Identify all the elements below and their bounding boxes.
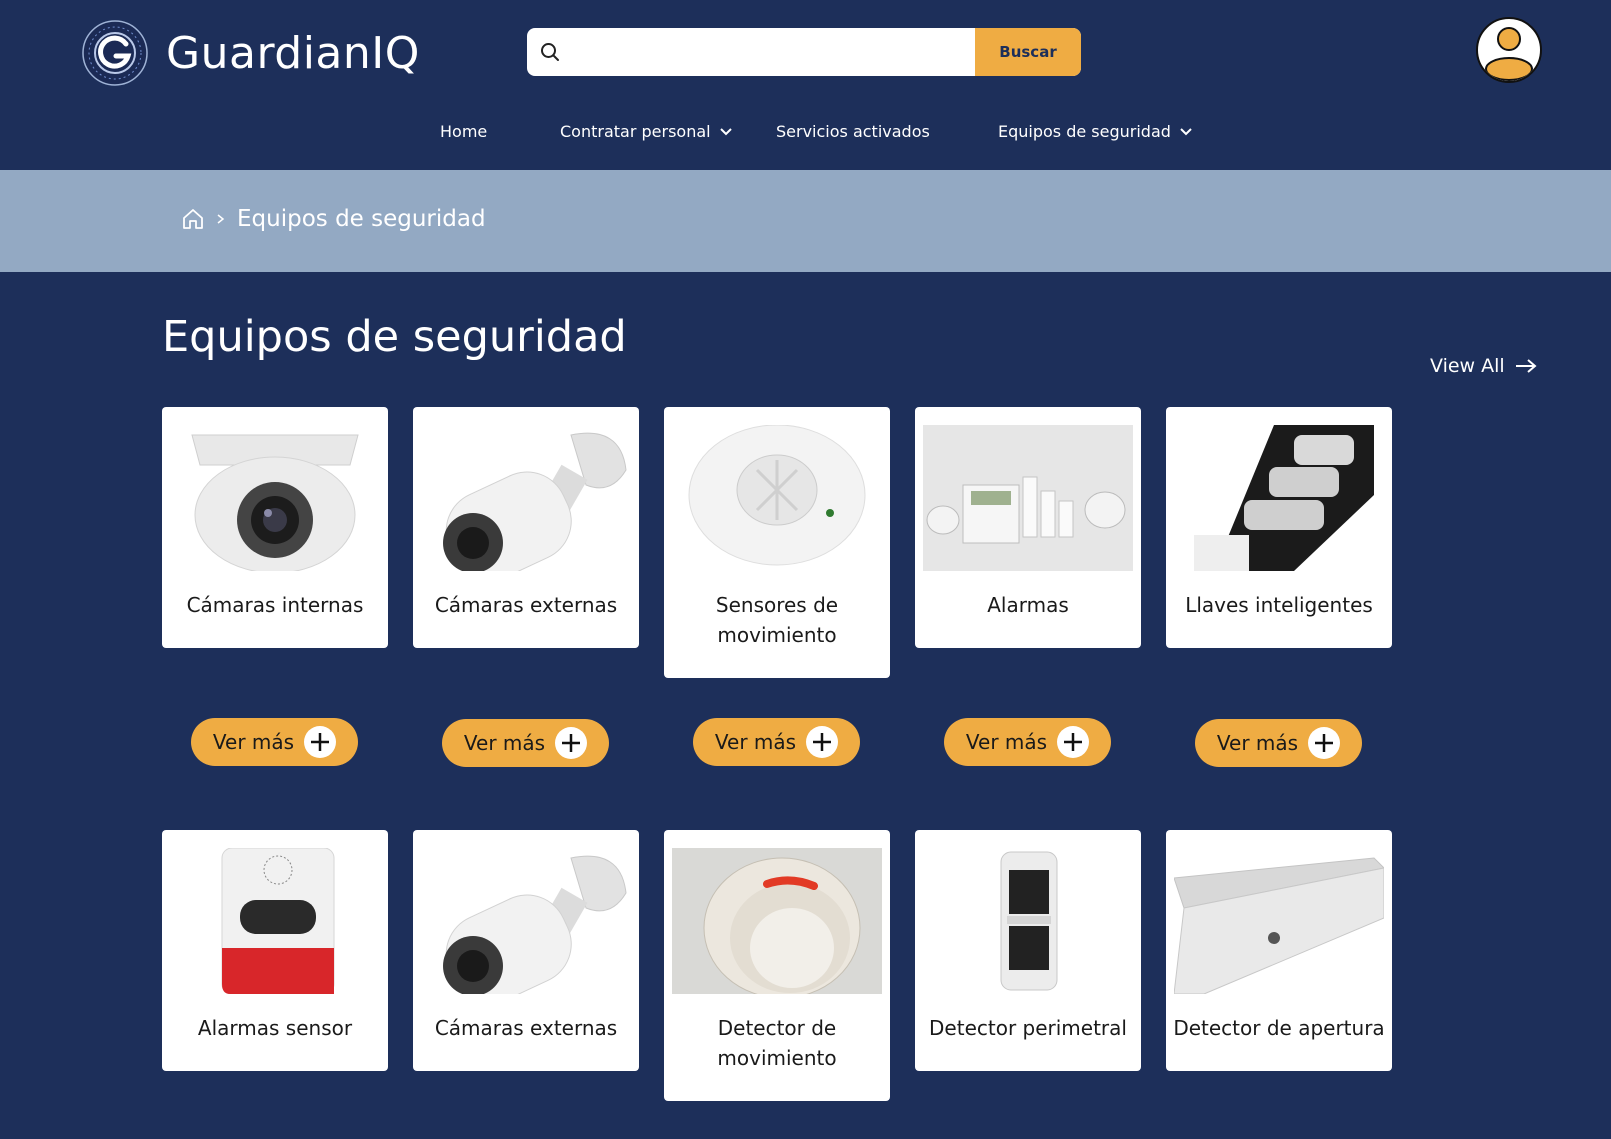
user-avatar-button[interactable]: [1476, 17, 1542, 83]
plus-icon: [304, 726, 337, 758]
nav-contratar-personal-label: Contratar personal: [560, 122, 711, 141]
arrow-right-icon: [1515, 359, 1537, 373]
breadcrumb: Equipos de seguridad: [181, 206, 486, 232]
product-card[interactable]: Cámaras externas: [413, 830, 639, 1071]
alarm-kit-icon: [923, 425, 1133, 571]
search-input[interactable]: [573, 28, 975, 76]
nav-home[interactable]: Home: [440, 122, 487, 141]
nav-servicios-activados-label: Servicios activados: [776, 122, 930, 141]
page-title: Equipos de seguridad: [162, 312, 627, 362]
chevron-right-icon: [217, 214, 225, 224]
guardianiq-logo-icon: [82, 20, 148, 86]
ver-mas-label: Ver más: [714, 730, 797, 754]
brand-name: GuardianIQ: [166, 27, 420, 79]
plus-icon: [555, 727, 588, 759]
search-button[interactable]: Buscar: [975, 28, 1081, 76]
product-label: Alarmas: [987, 593, 1069, 617]
view-all-link[interactable]: View All: [1430, 355, 1537, 377]
ver-mas-label: Ver más: [212, 730, 295, 754]
chevron-down-icon: [1180, 127, 1192, 135]
product-label: Detector perimetral: [929, 1016, 1127, 1040]
ver-mas-button[interactable]: Ver más: [191, 718, 358, 766]
bullet-camera-icon: [421, 848, 631, 994]
product-label: Llaves inteligentes: [1185, 593, 1373, 617]
product-card[interactable]: Alarmas: [915, 407, 1141, 648]
product-label: Alarmas sensor: [197, 1016, 353, 1040]
product-card[interactable]: Alarmas sensor: [162, 830, 388, 1071]
product-label: Detector de apertura: [1173, 1016, 1385, 1040]
breadcrumb-current: Equipos de seguridad: [237, 206, 486, 232]
product-card[interactable]: Sensores de movimiento: [664, 407, 890, 678]
nav-home-label: Home: [440, 122, 488, 141]
ver-mas-label: Ver más: [463, 731, 546, 755]
user-icon: [1485, 27, 1533, 81]
nav-contratar-personal[interactable]: Contratar personal: [560, 122, 733, 141]
product-label: Detector de movimiento: [717, 1016, 837, 1070]
wall-motion-detector-icon: [672, 848, 882, 994]
search-bar: Buscar: [527, 28, 1081, 76]
search-icon: [527, 28, 573, 76]
breadcrumb-bar: Equipos de seguridad: [0, 170, 1611, 272]
product-card[interactable]: Cámaras externas: [413, 407, 639, 648]
bullet-camera-icon: [421, 425, 631, 571]
view-all-label: View All: [1430, 355, 1505, 377]
plus-icon: [1308, 727, 1341, 759]
plus-icon: [806, 726, 839, 758]
nav-equipos-de-seguridad[interactable]: Equipos de seguridad: [998, 122, 1193, 141]
nav-servicios-activados[interactable]: Servicios activados: [776, 122, 930, 141]
home-icon[interactable]: [181, 207, 205, 231]
main-nav: Home Contratar personal Servicios activa…: [0, 122, 1611, 154]
product-card[interactable]: Llaves inteligentes: [1166, 407, 1392, 648]
product-label: Cámaras externas: [434, 593, 618, 617]
ceiling-motion-sensor-icon: [672, 425, 882, 571]
dome-camera-icon: [170, 425, 380, 571]
product-card[interactable]: Detector perimetral: [915, 830, 1141, 1071]
product-label: Cámaras internas: [186, 593, 364, 617]
ver-mas-button[interactable]: Ver más: [693, 718, 860, 766]
ver-mas-label: Ver más: [965, 730, 1048, 754]
product-card[interactable]: Cámaras internas: [162, 407, 388, 648]
product-label: Cámaras externas: [434, 1016, 618, 1040]
door-contact-icon: [1174, 848, 1384, 994]
site-header: GuardianIQ Buscar Home Contratar persona…: [0, 0, 1611, 170]
smart-key-icon: [1174, 425, 1384, 571]
chevron-down-icon: [719, 127, 732, 135]
plus-icon: [1057, 726, 1090, 758]
ver-mas-button[interactable]: Ver más: [944, 718, 1111, 766]
product-card[interactable]: Detector de movimiento: [664, 830, 890, 1101]
siren-sensor-icon: [170, 848, 380, 994]
ver-mas-button[interactable]: Ver más: [1195, 719, 1362, 767]
perimeter-detector-icon: [923, 848, 1133, 994]
logo[interactable]: GuardianIQ: [82, 20, 420, 86]
product-card[interactable]: Detector de apertura: [1166, 830, 1392, 1071]
nav-equipos-de-seguridad-label: Equipos de seguridad: [998, 122, 1171, 141]
ver-mas-label: Ver más: [1216, 731, 1299, 755]
ver-mas-button[interactable]: Ver más: [442, 719, 609, 767]
product-label: Sensores de movimiento: [715, 593, 839, 647]
